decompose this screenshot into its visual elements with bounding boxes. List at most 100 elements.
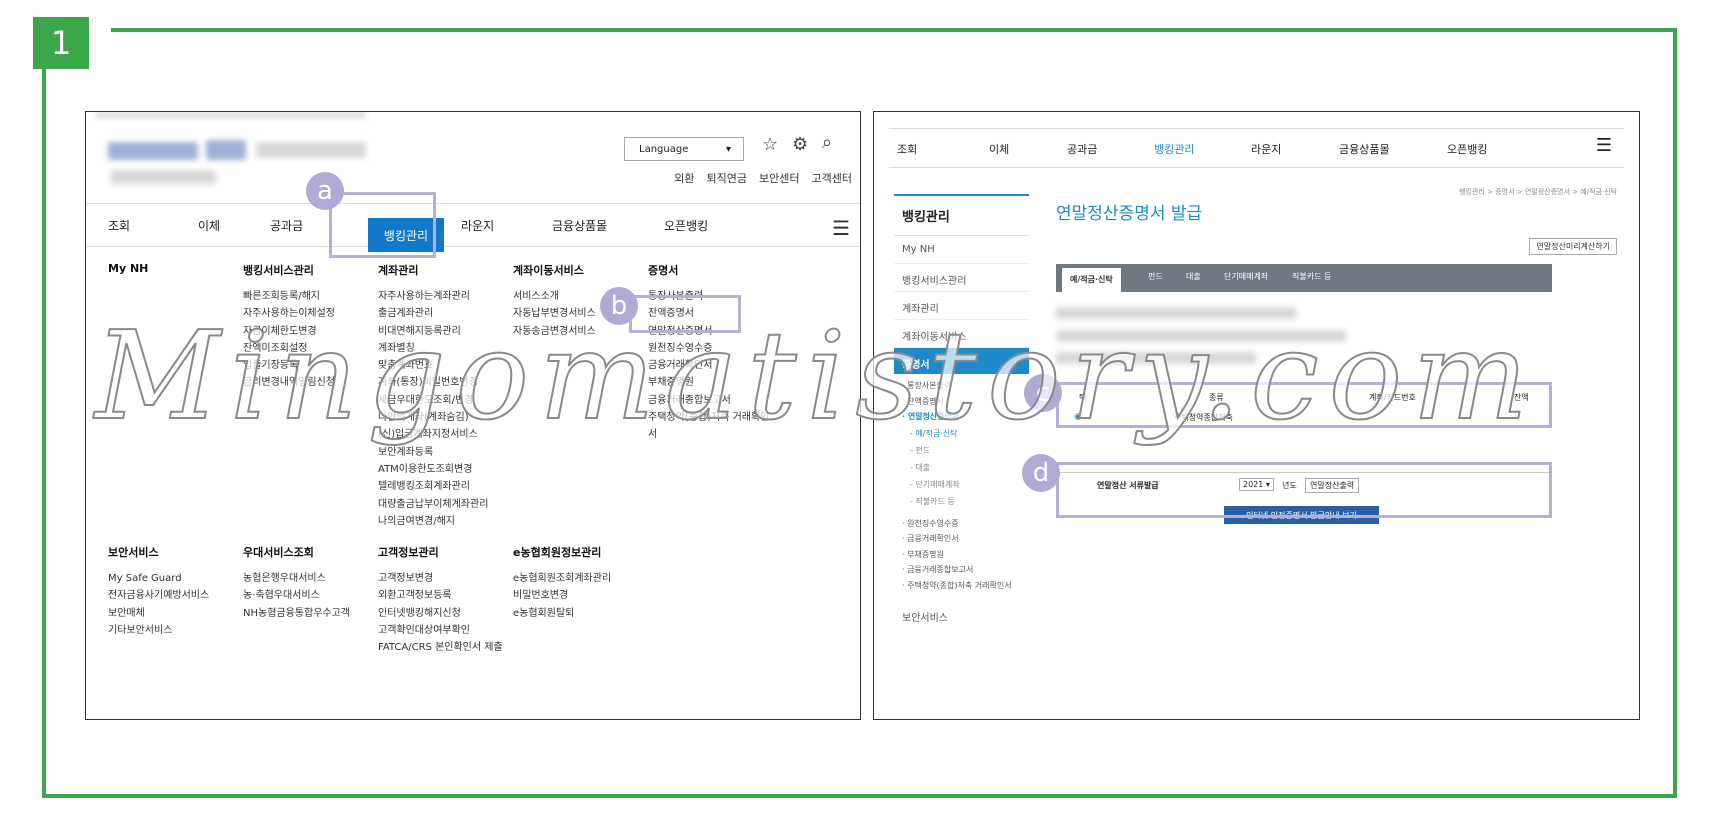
- sidebar-sub-item[interactable]: · 통장사본출력: [894, 378, 1029, 394]
- star-icon[interactable]: ☆: [762, 134, 778, 155]
- menu-item[interactable]: My Safe Guard: [108, 570, 209, 587]
- main-nav: 조회 이체 공과금 뱅킹관리 라운지 금융상품몰 오픈뱅킹 ☰: [889, 128, 1624, 168]
- sidebar-sub-item[interactable]: · 원천징수영수증: [894, 516, 1029, 532]
- nav-item-bills[interactable]: 공과금: [270, 217, 303, 234]
- sidebar-sub-item[interactable]: · 잔액증명서: [894, 394, 1029, 410]
- menu-item[interactable]: 외환고객정보등록: [378, 587, 503, 604]
- menu-item[interactable]: 고객확인대상여부확인: [378, 622, 503, 639]
- chevron-down-icon: ▾: [725, 143, 731, 155]
- sidebar-subsub-item[interactable]: - 단기매매계좌: [894, 476, 1029, 493]
- util-link[interactable]: 고객센터: [812, 170, 852, 186]
- right-screenshot-panel: 조회 이체 공과금 뱅킹관리 라운지 금융상품몰 오픈뱅킹 ☰ 뱅킹관리 > 증…: [873, 111, 1640, 720]
- tab-fund[interactable]: 펀드: [1148, 271, 1163, 282]
- menu-item[interactable]: 주택청약(종합)저축 거래확인서: [648, 409, 778, 444]
- breadcrumb: 뱅킹관리 > 증명서 > 연말정산증명서 > 예/적금·신탁: [1459, 188, 1617, 196]
- nav-item-openbanking[interactable]: 오픈뱅킹: [664, 217, 708, 234]
- menu-item[interactable]: 빠른조회등록/해지: [243, 288, 335, 305]
- column-header: 계좌관리: [378, 264, 419, 277]
- menu-item[interactable]: 텔레뱅킹조회계좌관리: [378, 478, 488, 495]
- nav-item-inquiry[interactable]: 조회: [897, 141, 917, 157]
- blurred-text: [256, 142, 366, 158]
- nav-item-openbanking[interactable]: 오픈뱅킹: [1447, 141, 1487, 157]
- menu-item[interactable]: 전자금융사기예방서비스: [108, 587, 209, 604]
- menu-item[interactable]: ATM이용한도조회변경: [378, 461, 488, 478]
- menu-item[interactable]: NH농협금융통합우수고객: [243, 605, 350, 622]
- menu-item[interactable]: 계좌(통장)비밀번호변경: [378, 374, 488, 391]
- sidebar-sub-item[interactable]: · 부채증명원: [894, 547, 1029, 563]
- menu-item[interactable]: 입출기장등록: [243, 357, 335, 374]
- sidebar-sub-item[interactable]: · 주택청약(종합)저축 거래확인서: [894, 578, 1029, 594]
- menu-item[interactable]: 자동납부변경서비스: [513, 305, 596, 322]
- settings-icon[interactable]: ⚙: [792, 134, 808, 155]
- nav-item-lounge[interactable]: 라운지: [461, 217, 494, 234]
- util-link[interactable]: 외환: [674, 170, 694, 186]
- menu-item[interactable]: 자동송금변경서비스: [513, 323, 596, 340]
- sidebar-item[interactable]: 뱅킹서비스관리: [894, 264, 1029, 292]
- nav-item-products[interactable]: 금융상품몰: [1339, 141, 1390, 157]
- sidebar-subsub-item[interactable]: - 직불카드 등: [894, 493, 1029, 510]
- sidebar-item[interactable]: 보안서비스: [894, 601, 1029, 629]
- menu-item[interactable]: 농협은행우대서비스: [243, 570, 350, 587]
- menu-item[interactable]: 금융거래종합보고서: [648, 392, 778, 409]
- sidebar-subsub-item[interactable]: - 펀드: [894, 442, 1029, 459]
- sidebar-item-certificates[interactable]: 증명서 ⌄: [894, 348, 1029, 374]
- menu-item[interactable]: 비밀번호변경: [513, 587, 611, 604]
- menu-item[interactable]: 금융거래확인서: [648, 357, 778, 374]
- marker-a: a: [306, 172, 344, 210]
- nav-item-lounge[interactable]: 라운지: [1251, 141, 1281, 157]
- menu-item[interactable]: 출금계좌관리: [378, 305, 488, 322]
- menu-item[interactable]: 자주사용하는이체설정: [243, 305, 335, 322]
- menu-item[interactable]: 대량출금납부이체계좌관리: [378, 496, 488, 513]
- menu-item[interactable]: 보안계좌등록: [378, 444, 488, 461]
- nav-item-transfer[interactable]: 이체: [198, 217, 220, 234]
- sidebar-item[interactable]: 계좌이동서비스: [894, 320, 1029, 348]
- sidebar-subsub-item[interactable]: - 대출: [894, 459, 1029, 476]
- menu-item[interactable]: 자주사용하는계좌관리: [378, 288, 488, 305]
- menu-item[interactable]: 세금우대한도조회/변경: [378, 392, 488, 409]
- menu-item[interactable]: 원천징수영수증: [648, 340, 778, 357]
- menu-item[interactable]: 잔액미조회설정: [243, 340, 335, 357]
- menu-item[interactable]: 인터넷뱅킹해지신청: [378, 605, 503, 622]
- nav-item-transfer[interactable]: 이체: [989, 141, 1009, 157]
- sidebar-subsub-item[interactable]: - 예/적금·신탁: [894, 425, 1029, 442]
- column-header[interactable]: My NH: [108, 262, 148, 275]
- sidebar-item[interactable]: My NH: [894, 236, 1029, 264]
- menu-item[interactable]: 나의금여변경/해지: [378, 513, 488, 530]
- menu-item[interactable]: 비대면해지등록관리: [378, 323, 488, 340]
- sidebar-item[interactable]: 계좌관리: [894, 292, 1029, 320]
- tab-deposit-trust[interactable]: 예/적금·신탁: [1062, 268, 1121, 292]
- column-header: e농협회원정보관리: [513, 546, 602, 559]
- tab-short-term[interactable]: 단기매매계좌: [1224, 271, 1268, 282]
- sidebar-sub-item-year-end[interactable]: · 연말정산증명서: [894, 409, 1029, 425]
- menu-item[interactable]: 자금이체한도변경: [243, 323, 335, 340]
- menu-item[interactable]: 금리변경내역알림신청: [243, 374, 335, 391]
- menu-item[interactable]: e농협회원탈퇴: [513, 605, 611, 622]
- nav-item-banking-management[interactable]: 뱅킹관리: [1154, 141, 1194, 157]
- tab-debit-card[interactable]: 직불카드 등: [1292, 271, 1331, 282]
- search-icon[interactable]: ⌕: [822, 132, 832, 153]
- menu-item[interactable]: 기타보안서비스: [108, 622, 209, 639]
- tab-loan[interactable]: 대출: [1186, 271, 1201, 282]
- nav-item-bills[interactable]: 공과금: [1067, 141, 1097, 157]
- util-link[interactable]: 보안센터: [759, 170, 799, 186]
- menu-item[interactable]: 고객정보변경: [378, 570, 503, 587]
- preview-calc-button[interactable]: 연말정산미리계산하기: [1529, 238, 1617, 255]
- nav-item-products[interactable]: 금융상품몰: [552, 217, 607, 234]
- menu-item[interactable]: FATCA/CRS 본인확인서 제출: [378, 639, 503, 656]
- menu-item[interactable]: 보안매체: [108, 605, 209, 622]
- language-select[interactable]: Language ▾: [624, 137, 744, 161]
- menu-item[interactable]: 서비스소개: [513, 288, 596, 305]
- menu-icon[interactable]: ☰: [832, 216, 850, 240]
- menu-item[interactable]: 계좌별칭: [378, 340, 488, 357]
- menu-item[interactable]: 농·축협우대서비스: [243, 587, 350, 604]
- sidebar-sub-item[interactable]: · 금융거래종합보고서: [894, 562, 1029, 578]
- sidebar-sub-item[interactable]: · 금융거래확인서: [894, 531, 1029, 547]
- menu-item[interactable]: e농협회원조회계좌관리: [513, 570, 611, 587]
- nav-item-inquiry[interactable]: 조회: [108, 217, 130, 234]
- menu-icon[interactable]: ☰: [1596, 135, 1612, 156]
- menu-item[interactable]: 부채증명원: [648, 374, 778, 391]
- menu-item[interactable]: 맞춤계좌번호: [378, 357, 488, 374]
- menu-item[interactable]: 나만의계좌(계좌숨김): [378, 409, 488, 426]
- menu-item[interactable]: (신)입금계좌지정서비스: [378, 426, 488, 443]
- util-link[interactable]: 퇴직연금: [707, 170, 747, 186]
